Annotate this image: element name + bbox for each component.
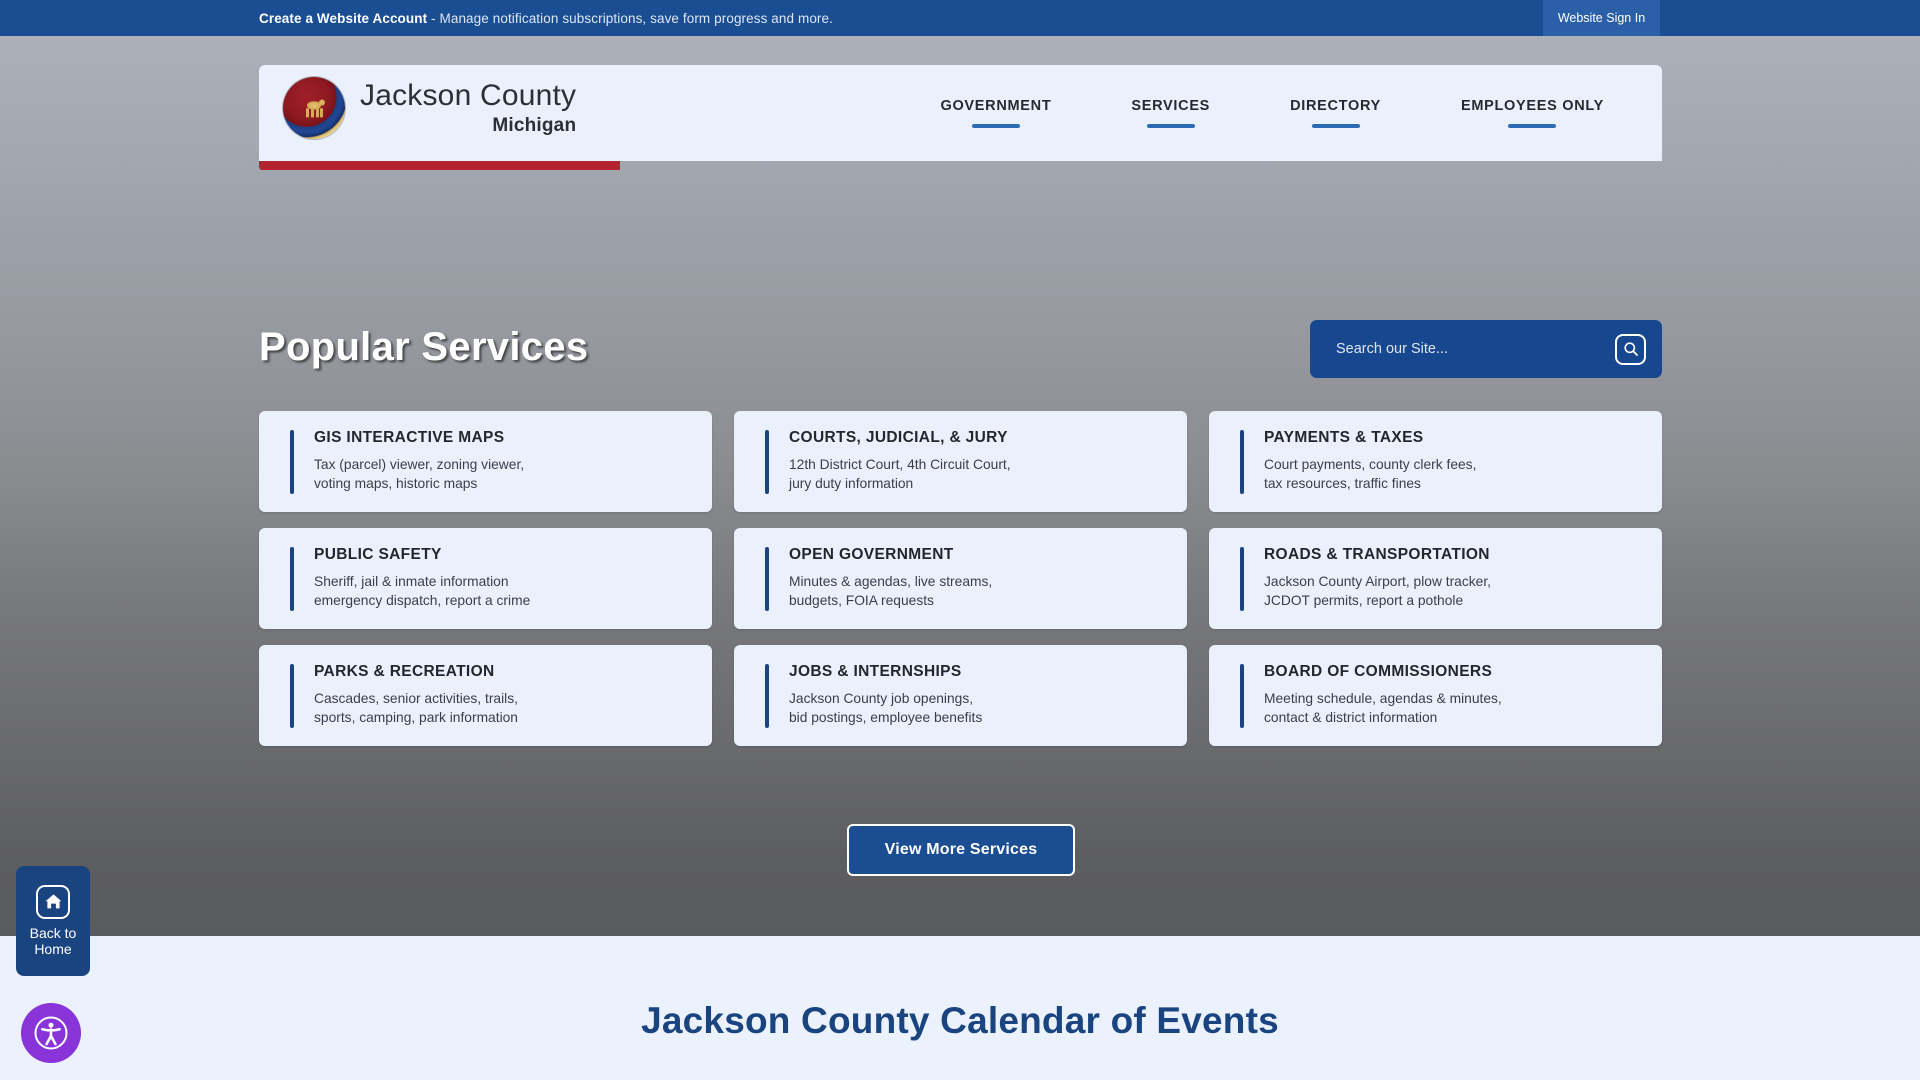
service-card-open-government[interactable]: OPEN GOVERNMENT Minutes & agendas, live … [734,528,1187,629]
card-description: Court payments, county clerk fees, tax r… [1264,455,1476,493]
nav-item-services[interactable]: SERVICES [1131,85,1210,141]
accessibility-person-icon [34,1016,68,1050]
nav-item-government[interactable]: GOVERNMENT [940,85,1051,141]
service-card-jobs-internships[interactable]: JOBS & INTERNSHIPS Jackson County job op… [734,645,1187,746]
card-description-line: Minutes & agendas, live streams, [789,574,993,590]
home-icon-container [36,884,70,919]
create-account-message: Create a Website Account - Manage notifi… [259,11,833,26]
service-card-board-of-commissioners[interactable]: BOARD OF COMMISSIONERS Meeting schedule,… [1209,645,1662,746]
nav-underline [1311,124,1360,128]
back-to-home-line2: Home [34,941,72,957]
service-card-courts-judicial-jury[interactable]: COURTS, JUDICIAL, & JURY 12th District C… [734,411,1187,512]
card-title: JOBS & INTERNSHIPS [789,662,962,680]
nav-item-directory[interactable]: DIRECTORY [1290,85,1381,141]
create-account-tagline: - Manage notification subscriptions, sav… [427,10,833,26]
card-accent-bar [765,546,769,611]
card-title: COURTS, JUDICIAL, & JURY [789,428,1008,446]
card-description-line: voting maps, historic maps [314,476,478,492]
card-description-line: Jackson County job openings, [789,691,974,707]
service-card-public-safety[interactable]: PUBLIC SAFETY Sheriff, jail & inmate inf… [259,528,712,629]
card-description: Cascades, senior activities, trails, spo… [314,689,518,727]
brand-name: Jackson County [360,79,577,112]
website-sign-in-button[interactable]: Website Sign In [1543,0,1660,36]
nav-underline [1508,124,1557,128]
card-accent-bar [1240,546,1244,611]
card-accent-bar [1240,663,1244,728]
card-accent-bar [765,429,769,494]
calendar-heading: Jackson County Calendar of Events [641,1000,1279,1041]
card-description-line: Court payments, county clerk fees, [1264,457,1477,473]
site-header: Jackson County Michigan GOVERNMENT SERVI… [259,65,1662,161]
popular-services-title: Popular Services [259,325,589,369]
nav-underline [971,124,1020,128]
card-description-line: tax resources, traffic fines [1264,476,1421,492]
card-description-line: Sheriff, jail & inmate information [314,574,509,590]
county-seal-icon [283,77,345,139]
back-to-home-label: Back to Home [30,925,77,957]
brand-state: Michigan [492,115,577,136]
card-description-line: JCDOT permits, report a pothole [1264,593,1464,609]
card-description-line: contact & district information [1264,710,1438,726]
card-description-line: jury duty information [789,476,914,492]
card-description: Jackson County job openings, bid posting… [789,689,982,727]
magnifier-icon [1623,342,1638,356]
primary-navigation: GOVERNMENT SERVICES DIRECTORY EMPLOYEES … [900,65,1644,161]
home-icon [45,894,61,909]
card-description: 12th District Court, 4th Circuit Court, … [789,455,1011,493]
card-description: Meeting schedule, agendas & minutes, con… [1264,689,1502,727]
card-description-line: Jackson County Airport, plow tracker, [1264,574,1491,590]
service-card-payments-taxes[interactable]: PAYMENTS & TAXES Court payments, county … [1209,411,1662,512]
nav-label: SERVICES [1131,98,1211,114]
site-brand[interactable]: Jackson County Michigan [283,77,576,139]
card-description-line: 12th District Court, 4th Circuit Court, [789,457,1011,473]
service-card-parks-recreation[interactable]: PARKS & RECREATION Cascades, senior acti… [259,645,712,746]
card-description: Sheriff, jail & inmate information emerg… [314,572,530,610]
card-description-line: emergency dispatch, report a crime [314,593,531,609]
card-description-line: Tax (parcel) viewer, zoning viewer, [314,457,525,473]
card-description: Jackson County Airport, plow tracker, JC… [1264,572,1491,610]
back-to-home-line1: Back to [29,924,77,941]
card-title: OPEN GOVERNMENT [789,545,954,563]
popular-services-grid: GIS INTERACTIVE MAPS Tax (parcel) viewer… [259,411,1662,746]
card-accent-bar [290,663,294,728]
card-description-line: sports, camping, park information [314,710,518,726]
card-description: Tax (parcel) viewer, zoning viewer, voti… [314,455,524,493]
card-title: GIS INTERACTIVE MAPS [314,428,505,446]
card-description: Minutes & agendas, live streams, budgets… [789,572,992,610]
card-accent-bar [1240,429,1244,494]
accessibility-button[interactable] [21,1003,81,1063]
nav-underline [1146,124,1195,128]
card-accent-bar [290,429,294,494]
search-submit-button[interactable] [1615,333,1646,365]
card-title: PAYMENTS & TAXES [1264,428,1424,446]
nav-label: GOVERNMENT [940,98,1052,114]
card-accent-bar [290,546,294,611]
header-accent-bar [259,161,620,170]
card-title: PARKS & RECREATION [314,662,495,680]
back-to-home-button[interactable]: Back to Home [16,866,90,976]
create-account-link[interactable]: Create a Website Account [259,11,427,26]
top-utility-bar: Create a Website Account - Manage notifi… [0,0,1920,36]
service-card-gis-interactive-maps[interactable]: GIS INTERACTIVE MAPS Tax (parcel) viewer… [259,411,712,512]
card-accent-bar [765,663,769,728]
brand-text: Jackson County Michigan [360,79,577,136]
site-search [1310,320,1662,378]
search-input[interactable] [1310,320,1615,378]
view-more-services-button[interactable]: View More Services [847,824,1075,876]
card-description-line: Cascades, senior activities, trails, [314,691,518,707]
nav-item-employees-only[interactable]: EMPLOYEES ONLY [1461,85,1604,141]
card-description-line: bid postings, employee benefits [789,710,983,726]
nav-label: EMPLOYEES ONLY [1460,98,1604,114]
card-description-line: budgets, FOIA requests [789,593,934,609]
card-title: PUBLIC SAFETY [314,545,442,563]
nav-label: DIRECTORY [1290,98,1381,114]
card-title: BOARD OF COMMISSIONERS [1264,662,1493,680]
card-description-line: Meeting schedule, agendas & minutes, [1264,691,1502,707]
service-card-roads-transportation[interactable]: ROADS & TRANSPORTATION Jackson County Ai… [1209,528,1662,629]
card-title: ROADS & TRANSPORTATION [1264,545,1490,563]
